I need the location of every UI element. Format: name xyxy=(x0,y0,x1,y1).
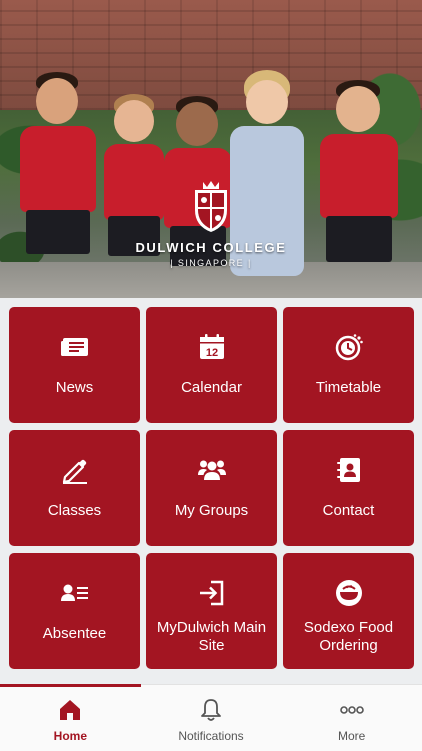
calendar-icon: 12 xyxy=(196,331,228,363)
pencil-icon xyxy=(59,454,91,486)
home-icon xyxy=(60,700,81,720)
tile-contact[interactable]: Contact xyxy=(283,430,414,546)
school-location: | SINGAPORE | xyxy=(170,258,252,268)
tab-label: Notifications xyxy=(178,729,244,743)
tile-timetable[interactable]: Timetable xyxy=(283,307,414,423)
bell-icon xyxy=(201,699,221,721)
sign-in-icon xyxy=(196,577,228,609)
absentee-list-icon xyxy=(59,577,91,609)
group-icon xyxy=(196,454,228,486)
tile-absentee[interactable]: Absentee xyxy=(9,553,140,669)
crest-icon xyxy=(195,181,227,232)
tile-label: Absentee xyxy=(42,625,107,642)
tile-label: MyDulwich Main Site xyxy=(156,619,267,654)
more-dots-icon xyxy=(339,706,364,714)
bottom-navigation: Home Notifications More xyxy=(0,684,422,751)
feature-grid: News 12 Calendar Timetable Classes My Gr… xyxy=(9,307,414,669)
tab-home[interactable]: Home xyxy=(0,684,141,751)
tile-news[interactable]: News xyxy=(9,307,140,423)
tile-calendar[interactable]: 12 Calendar xyxy=(146,307,277,423)
school-name: DULWICH COLLEGE xyxy=(135,240,287,255)
tile-label: Classes xyxy=(47,502,102,519)
calendar-day-number: 12 xyxy=(205,347,217,359)
tab-more[interactable]: More xyxy=(281,685,422,751)
hero-banner: DULWICH COLLEGE | SINGAPORE | xyxy=(0,0,422,298)
tile-label: Contact xyxy=(322,502,375,519)
tile-mydulwich-main-site[interactable]: MyDulwich Main Site xyxy=(146,553,277,669)
tile-sodexo-food-ordering[interactable]: Sodexo Food Ordering xyxy=(283,553,414,669)
tile-classes[interactable]: Classes xyxy=(9,430,140,546)
tile-label: My Groups xyxy=(174,502,249,519)
timetable-clock-icon xyxy=(333,331,365,363)
school-logo: DULWICH COLLEGE | SINGAPORE | xyxy=(0,178,422,268)
food-bowl-icon xyxy=(333,577,365,609)
newspaper-icon xyxy=(59,331,91,363)
tile-label: News xyxy=(55,379,94,396)
tile-label: Sodexo Food Ordering xyxy=(303,619,394,654)
tab-label: More xyxy=(338,729,366,743)
tile-label: Timetable xyxy=(315,379,382,396)
tile-label: Calendar xyxy=(181,379,242,396)
tab-label: Home xyxy=(53,729,87,743)
contact-book-icon xyxy=(333,454,365,486)
tile-my-groups[interactable]: My Groups xyxy=(146,430,277,546)
tab-notifications[interactable]: Notifications xyxy=(141,685,282,751)
